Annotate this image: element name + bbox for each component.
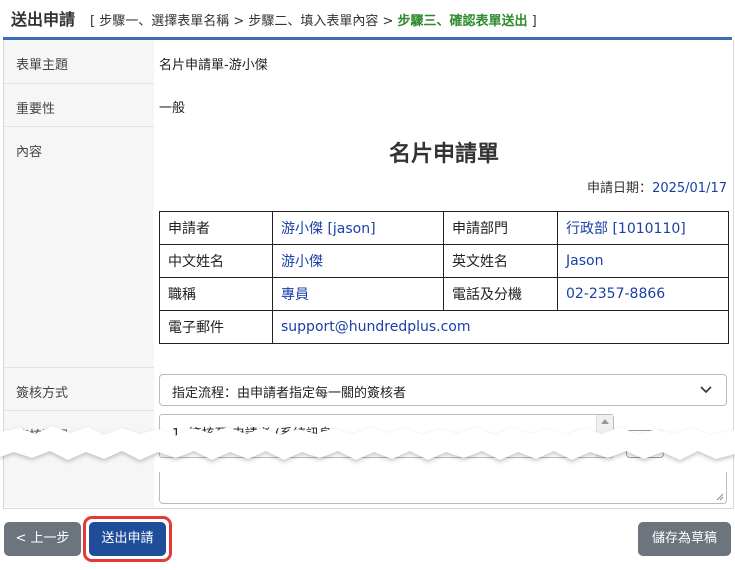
applicant-info-table: 申請者 游小傑 [jason] 申請部門 行政部 [1010110] 中文姓名 … bbox=[159, 211, 729, 344]
chevron-down-icon bbox=[700, 386, 712, 394]
page-title: 送出申請 bbox=[11, 10, 76, 29]
table-cell-key: 申請部門 bbox=[443, 211, 558, 245]
prev-step-button[interactable]: < 上一步 bbox=[4, 522, 81, 556]
subject-value: 名片申請單-游小傑 bbox=[159, 58, 268, 73]
table-cell-key: 申請者 bbox=[159, 211, 273, 245]
priority-value: 一般 bbox=[159, 101, 186, 116]
subject-label: 表單主題 bbox=[4, 40, 154, 84]
table-row: 電子郵件 support@hundredplus.com bbox=[159, 310, 729, 344]
page-header: 送出申請 [ 步驟一、選擇表單名稱 > 步驟二、填入表單內容 > 步驟三、確認表… bbox=[0, 0, 735, 38]
approval-method-selected: 指定流程：由申請者指定每一關的簽核者 bbox=[172, 386, 407, 401]
email-value: support@hundredplus.com bbox=[272, 310, 729, 344]
table-cell-key: 電話及分機 bbox=[443, 277, 558, 311]
table-cell-value: Jason bbox=[557, 244, 729, 278]
step-breadcrumb: [ 步驟一、選擇表單名稱 > 步驟二、填入表單內容 > 步驟三、確認表單送出 ] bbox=[90, 10, 537, 29]
steps-prefix: [ 步驟一、選擇表單名稱 > 步驟二、填入表單內容 > bbox=[90, 14, 398, 29]
table-cell-value: 游小傑 bbox=[272, 244, 444, 278]
comment-textarea[interactable] bbox=[159, 472, 727, 504]
approval-method-label: 簽核方式 bbox=[4, 368, 154, 411]
table-cell-key: 中文姓名 bbox=[159, 244, 273, 278]
save-draft-button[interactable]: 儲存為草稿 bbox=[638, 522, 731, 556]
approval-method-select[interactable]: 指定流程：由申請者指定每一關的簽核者 bbox=[159, 374, 727, 406]
steps-suffix: ] bbox=[527, 14, 537, 29]
table-row: 職稱 專員 電話及分機 02-2357-8866 bbox=[159, 277, 729, 311]
document-title: 名片申請單 bbox=[388, 142, 499, 167]
resize-grip-icon[interactable] bbox=[716, 493, 724, 501]
submit-button[interactable]: 送出申請 bbox=[89, 522, 166, 556]
apply-date: 申請日期：2025/01/17 bbox=[587, 177, 727, 196]
priority-label: 重要性 bbox=[4, 84, 154, 127]
table-cell-value: 游小傑 [jason] bbox=[272, 211, 444, 245]
table-cell-key: 英文姓名 bbox=[443, 244, 558, 278]
table-cell-key: 職稱 bbox=[159, 277, 273, 311]
content-label: 內容 bbox=[4, 127, 154, 368]
table-cell-value: 02-2357-8866 bbox=[557, 277, 729, 311]
table-cell-value: 專員 bbox=[272, 277, 444, 311]
apply-date-value: 2025/01/17 bbox=[652, 181, 727, 196]
table-row: 申請者 游小傑 [jason] 申請部門 行政部 [1010110] bbox=[159, 211, 729, 245]
table-row: 中文姓名 游小傑 英文姓名 Jason bbox=[159, 244, 729, 278]
apply-date-label: 申請日期： bbox=[587, 181, 653, 196]
active-step: 步驟三、確認表單送出 bbox=[397, 14, 528, 29]
torn-edge-overlay bbox=[0, 426, 735, 462]
table-cell-value: 行政部 [1010110] bbox=[557, 211, 729, 245]
email-label: 電子郵件 bbox=[159, 310, 273, 344]
